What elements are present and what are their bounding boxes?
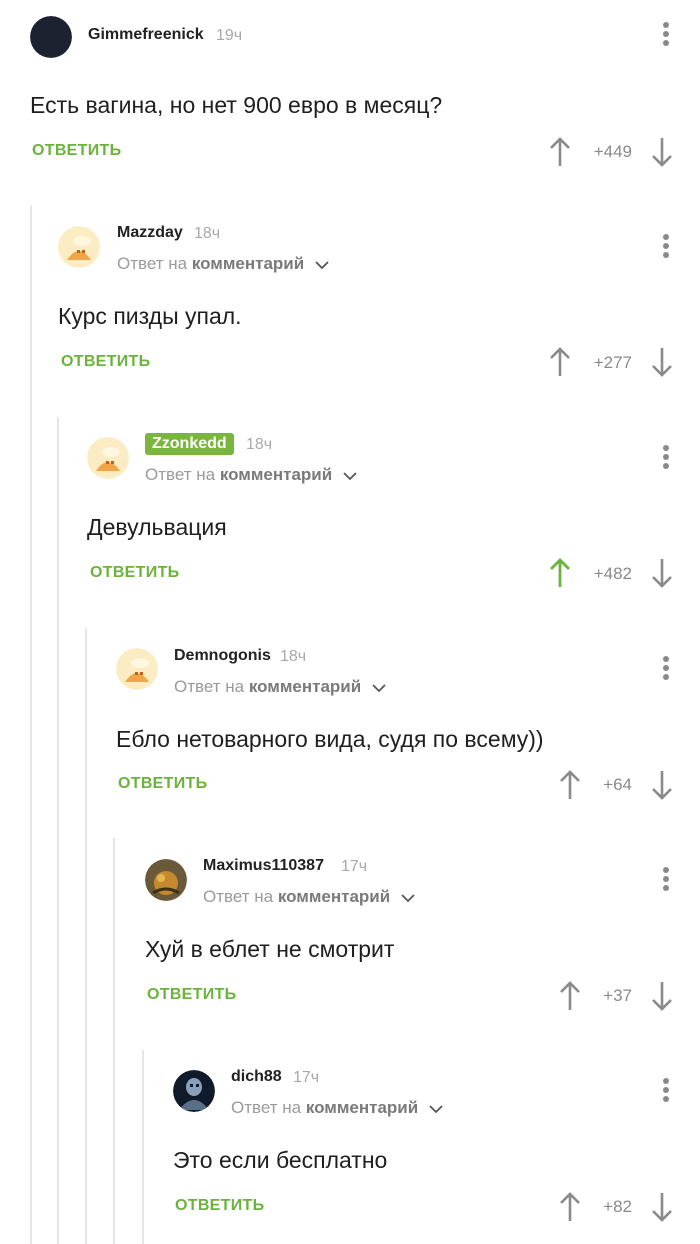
arrow-up-icon[interactable]: [558, 1191, 582, 1223]
comment-author[interactable]: Zzonkedd: [145, 433, 234, 455]
arrow-up-icon[interactable]: [548, 136, 572, 168]
vote-score: +82: [603, 1197, 632, 1216]
avatar[interactable]: [30, 16, 72, 58]
comment-text: Девульвация: [87, 514, 227, 540]
arrow-down-icon[interactable]: [650, 1191, 674, 1223]
reply-prefix: Ответ на: [203, 887, 274, 906]
reply-prefix: Ответ на: [231, 1098, 302, 1117]
reply-to-link[interactable]: Ответ на комментарий: [174, 677, 386, 697]
reply-prefix: Ответ на: [117, 254, 188, 273]
more-vertical-icon[interactable]: [662, 656, 670, 683]
arrow-up-icon[interactable]: [558, 980, 582, 1012]
comment-time: 18ч: [194, 225, 221, 242]
more-vertical-icon[interactable]: [662, 445, 670, 472]
comment-time: 18ч: [246, 436, 273, 453]
comment-text: Это если бесплатно: [173, 1147, 388, 1173]
vote-score: +64: [603, 775, 632, 794]
avatar[interactable]: [87, 437, 129, 479]
comment-author[interactable]: Maximus110387: [203, 857, 324, 875]
chevron-down-icon: [401, 893, 415, 902]
reply-button[interactable]: ОТВЕТИТЬ: [32, 142, 121, 160]
thread-line: [113, 838, 115, 1244]
reply-button[interactable]: ОТВЕТИТЬ: [118, 775, 207, 793]
thread-line: [30, 205, 32, 1244]
comment-text: Хуй в еблет не смотрит: [145, 936, 395, 962]
more-vertical-icon[interactable]: [662, 234, 670, 261]
arrow-up-icon[interactable]: [548, 557, 572, 589]
reply-to-link[interactable]: Ответ на комментарий: [231, 1098, 443, 1118]
reply-button[interactable]: ОТВЕТИТЬ: [147, 986, 236, 1004]
reply-prefix: Ответ на: [174, 677, 245, 696]
reply-to-link[interactable]: Ответ на комментарий: [117, 254, 329, 274]
comment-author[interactable]: Gimmefreenick: [88, 26, 204, 44]
vote-score: +482: [593, 564, 632, 583]
arrow-down-icon[interactable]: [650, 769, 674, 801]
chevron-down-icon: [429, 1104, 443, 1113]
comment-text: Ебло нетоварного вида, судя по всему)): [116, 726, 544, 752]
comment-time: 18ч: [280, 648, 307, 665]
arrow-down-icon[interactable]: [650, 980, 674, 1012]
thread-line: [142, 1050, 144, 1244]
comment-text: Есть вагина, но нет 900 евро в месяц?: [30, 92, 443, 118]
vote-score: +37: [603, 986, 632, 1005]
reply-to-link[interactable]: Ответ на комментарий: [203, 887, 415, 907]
more-vertical-icon[interactable]: [662, 867, 670, 894]
comment-time: 17ч: [293, 1069, 320, 1086]
reply-target: комментарий: [219, 465, 333, 484]
arrow-up-icon[interactable]: [558, 769, 582, 801]
reply-button[interactable]: ОТВЕТИТЬ: [175, 1197, 264, 1215]
reply-button[interactable]: ОТВЕТИТЬ: [61, 353, 150, 371]
thread-line: [57, 417, 59, 1244]
arrow-down-icon[interactable]: [650, 136, 674, 168]
reply-target: комментарий: [305, 1098, 419, 1117]
reply-button[interactable]: ОТВЕТИТЬ: [90, 564, 179, 582]
arrow-down-icon[interactable]: [650, 557, 674, 589]
reply-target: комментарий: [191, 254, 305, 273]
chevron-down-icon: [343, 471, 357, 480]
chevron-down-icon: [372, 683, 386, 692]
chevron-down-icon: [315, 260, 329, 269]
comment-author[interactable]: Demnogonis: [174, 647, 271, 665]
more-vertical-icon[interactable]: [662, 1078, 670, 1105]
avatar[interactable]: [173, 1070, 215, 1112]
more-vertical-icon[interactable]: [662, 22, 670, 49]
comment-author[interactable]: dich88: [231, 1068, 282, 1086]
comment-time: 17ч: [341, 858, 368, 875]
reply-target: комментарий: [248, 677, 362, 696]
comment-text: Курс пизды упал.: [58, 303, 242, 329]
vote-score: +277: [593, 353, 632, 372]
vote-score: +449: [593, 142, 632, 161]
avatar[interactable]: [58, 226, 100, 268]
arrow-down-icon[interactable]: [650, 346, 674, 378]
avatar[interactable]: [145, 859, 187, 901]
comment-author[interactable]: Mazzday: [117, 224, 183, 242]
avatar[interactable]: [116, 648, 158, 690]
comment-time: 19ч: [216, 27, 243, 44]
reply-to-link[interactable]: Ответ на комментарий: [145, 465, 357, 485]
thread-line: [85, 628, 87, 1244]
reply-target: комментарий: [277, 887, 391, 906]
reply-prefix: Ответ на: [145, 465, 216, 484]
arrow-up-icon[interactable]: [548, 346, 572, 378]
